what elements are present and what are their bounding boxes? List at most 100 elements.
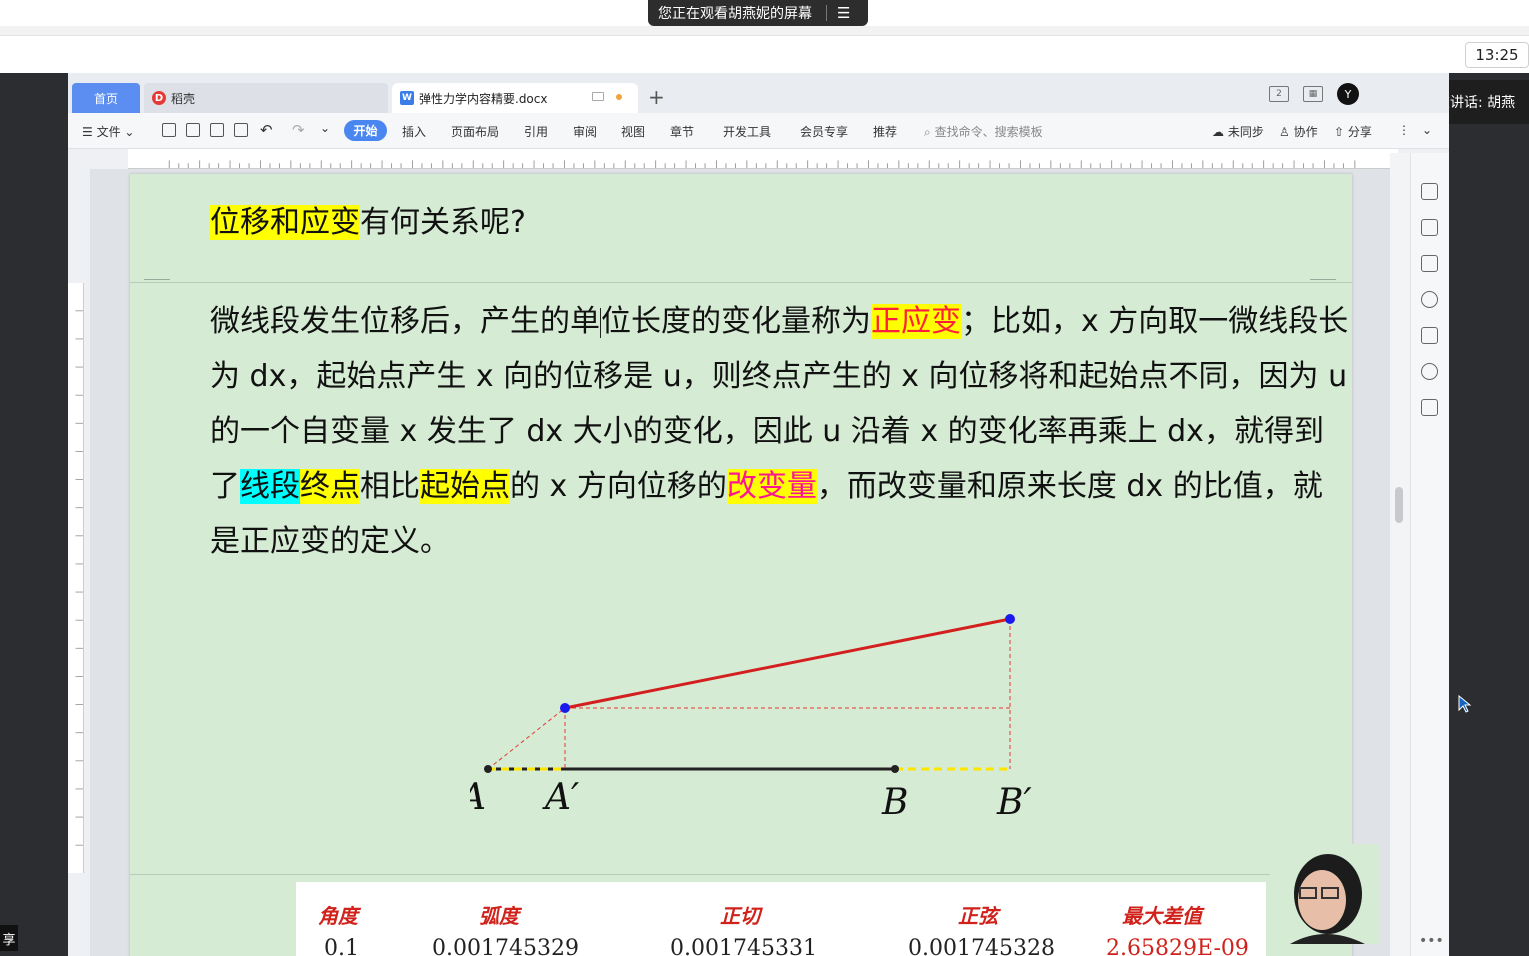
page-corner-mark — [144, 270, 170, 280]
tab-view[interactable]: 视图 — [621, 123, 645, 140]
monitor-icon[interactable] — [592, 92, 604, 101]
banner-text: 您正在观看胡燕妮的屏幕 — [658, 6, 812, 22]
label-b-prime: B′ — [996, 782, 1032, 823]
tab-home[interactable]: 首页 — [72, 83, 140, 113]
body-paragraph[interactable]: 微线段发生位移后，产生的单位长度的变化量称为正应变；比如，x 方向取一微线段长为… — [210, 294, 1350, 569]
sync-status[interactable]: ☁ 未同步 — [1212, 123, 1264, 140]
point-b-displaced — [1005, 614, 1015, 624]
edit-pen-icon[interactable] — [1421, 183, 1438, 200]
page-count-icon[interactable]: 2 — [1269, 86, 1289, 102]
sync-label: 未同步 — [1227, 125, 1264, 139]
point-a-displaced — [560, 703, 570, 713]
header-angle: 角度 — [318, 904, 358, 928]
document-canvas: 位移和应变有何关系呢? 微线段发生位移后，产生的单位长度的变化量称为正应变；比如… — [90, 169, 1390, 956]
user-avatar[interactable]: Y — [1337, 83, 1359, 105]
person-icon: ♙ — [1279, 125, 1290, 139]
page-break-line — [130, 282, 1352, 283]
left-panel — [0, 73, 68, 956]
tab-recommend[interactable]: 推荐 — [873, 123, 897, 140]
cell-angle: 0.1 — [324, 936, 359, 956]
tab-start[interactable]: 开始 — [344, 120, 387, 141]
para-text-5: 的 x 方向位移的 — [510, 469, 727, 504]
tab-daoke[interactable]: D 稻壳 — [144, 83, 388, 113]
select-cursor-icon[interactable] — [1421, 219, 1438, 236]
term-change: 改变量 — [726, 469, 817, 504]
file-menu-label: 文件 — [96, 125, 121, 139]
command-search-placeholder: 查找命令、搜索模板 — [934, 125, 1043, 139]
new-tab-button[interactable]: + — [648, 85, 665, 109]
term-normal-strain: 正应变 — [871, 304, 961, 339]
ribbon-toolbar: ☰ 文件 ⌄ ↶ ↷ ⌄ 开始 插入 页面布局 引用 审阅 视图 章节 开发工具… — [68, 113, 1449, 149]
gallery-icon[interactable] — [1421, 327, 1438, 344]
collapse-ribbon-icon[interactable]: ⌄ — [1422, 123, 1432, 137]
tab-insert[interactable]: 插入 — [402, 123, 426, 140]
tab-page-layout[interactable]: 页面布局 — [451, 123, 499, 140]
banner-divider — [826, 5, 827, 21]
help-icon[interactable] — [1421, 291, 1438, 308]
meeting-toolbar — [0, 36, 1529, 73]
document-page[interactable]: 位移和应变有何关系呢? 微线段发生位移后，产生的单位长度的变化量称为正应变；比如… — [130, 174, 1380, 956]
share-button[interactable]: ⇧ 分享 — [1334, 123, 1372, 140]
paragraph-heading[interactable]: 位移和应变有何关系呢? — [210, 202, 526, 244]
save-icon[interactable] — [162, 123, 176, 137]
deformed-segment — [564, 617, 1011, 710]
cell-tangent: 0.001745331 — [670, 936, 817, 956]
scrollbar-thumb[interactable] — [1395, 487, 1403, 523]
tab-document[interactable]: W 弹性力学内容精要.docx — [392, 83, 638, 113]
tab-bar: 首页 D 稻壳 W 弹性力学内容精要.docx + 2 ▦ Y — [68, 73, 1449, 113]
term-start-point: 起始点 — [420, 469, 510, 504]
share-icon: ⇧ — [1334, 125, 1345, 139]
tab-member[interactable]: 会员专享 — [800, 123, 848, 140]
undo-icon[interactable]: ↶ — [260, 121, 273, 139]
settings-sliders-icon[interactable] — [1421, 255, 1438, 272]
trig-table-image: 角度 弧度 正切 正弦 最大差值 0.1 0.001745329 0.00174… — [296, 882, 1266, 956]
share-tag[interactable]: 享 — [0, 925, 18, 951]
header-max-diff: 最大差值 — [1122, 904, 1202, 928]
export-icon[interactable] — [186, 123, 200, 137]
top-strip — [0, 26, 1529, 36]
cloud-icon: ☁ — [1212, 125, 1224, 139]
guide-line — [487, 707, 566, 770]
collab-button[interactable]: ♙ 协作 — [1279, 123, 1318, 140]
tab-review[interactable]: 审阅 — [573, 123, 597, 140]
redo-icon[interactable]: ↷ — [292, 121, 305, 139]
right-toolbar: ••• — [1410, 153, 1449, 956]
more-tools-icon[interactable]: ••• — [1419, 933, 1444, 949]
cell-radian: 0.001745329 — [432, 936, 579, 956]
para-text-1: 微线段发生位移后，产生的单 — [210, 304, 600, 339]
term-segment: 线段 — [240, 469, 300, 504]
file-menu[interactable]: ☰ 文件 ⌄ — [82, 123, 134, 140]
grid-apps-icon[interactable]: ▦ — [1303, 86, 1323, 102]
print-icon[interactable] — [210, 123, 224, 137]
para-text-4: 相比 — [360, 469, 420, 504]
meeting-clock: 13:25 — [1465, 42, 1529, 68]
presenter-webcam — [1270, 844, 1380, 944]
more-options-icon[interactable]: ⋮ — [1398, 123, 1410, 137]
list-menu-icon[interactable]: ☰ — [837, 4, 850, 22]
window-icons: 2 ▦ Y — [1269, 83, 1359, 105]
cell-sine: 0.001745328 — [908, 936, 1055, 956]
header-radian: 弧度 — [479, 904, 519, 928]
para-text-2: 位长度的变化量称为 — [601, 304, 871, 339]
book-search-icon[interactable] — [1421, 399, 1438, 416]
vertical-ruler — [68, 283, 84, 873]
more-quick-icon[interactable]: ⌄ — [320, 121, 330, 135]
point-b — [891, 765, 899, 773]
word-doc-icon: W — [400, 91, 414, 105]
command-search[interactable]: ⌕ 查找命令、搜索模板 — [924, 123, 1043, 140]
share-label: 分享 — [1347, 125, 1372, 139]
right-panel — [1449, 73, 1529, 956]
collab-label: 协作 — [1293, 125, 1318, 139]
tab-section[interactable]: 章节 — [670, 123, 694, 140]
heading-rest: 有何关系呢? — [360, 205, 526, 240]
print-preview-icon[interactable] — [234, 123, 248, 137]
compass-icon[interactable] — [1421, 363, 1438, 380]
tab-developer[interactable]: 开发工具 — [723, 123, 771, 140]
label-a-prime: A′ — [542, 777, 579, 818]
page-corner-mark — [1310, 270, 1336, 280]
label-b: B — [881, 782, 908, 823]
tab-references[interactable]: 引用 — [524, 123, 548, 140]
header-sine: 正弦 — [958, 904, 998, 928]
screen-share-banner[interactable]: 您正在观看胡燕妮的屏幕 ☰ — [648, 0, 868, 26]
vertical-scrollbar[interactable] — [1390, 153, 1410, 956]
